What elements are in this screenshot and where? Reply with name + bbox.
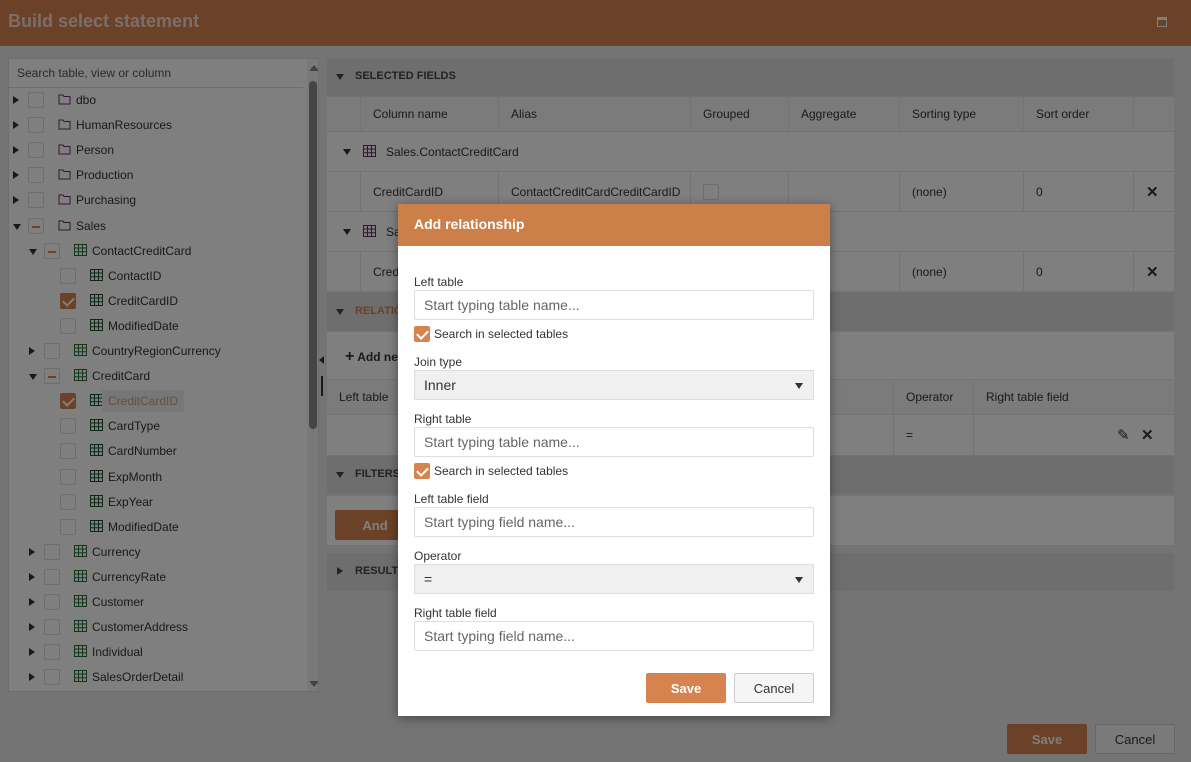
search-selected-right-checkbox[interactable]: Search in selected tables (414, 463, 568, 479)
checkbox-checked-icon[interactable] (414, 463, 430, 479)
dialog-title: Add relationship (398, 204, 830, 246)
left-table-label: Left table (414, 275, 464, 289)
operator-select[interactable]: = (414, 564, 814, 594)
operator-label: Operator (414, 549, 462, 563)
join-type-label: Join type (414, 355, 463, 369)
dialog-cancel-button[interactable]: Cancel (734, 673, 814, 703)
search-selected-left-checkbox[interactable]: Search in selected tables (414, 326, 568, 342)
right-field-label: Right table field (414, 606, 497, 620)
join-type-select[interactable]: Inner (414, 370, 814, 400)
right-table-label: Right table (414, 412, 472, 426)
right-field-input[interactable]: Start typing field name... (414, 621, 814, 651)
dialog-save-button[interactable]: Save (646, 673, 726, 703)
left-table-input[interactable]: Start typing table name... (414, 290, 814, 320)
checkbox-checked-icon[interactable] (414, 326, 430, 342)
left-field-label: Left table field (414, 492, 489, 506)
add-relationship-dialog: Add relationship Left table Start typing… (398, 204, 830, 716)
right-table-input[interactable]: Start typing table name... (414, 427, 814, 457)
checkbox-label: Search in selected tables (434, 464, 569, 478)
left-field-input[interactable]: Start typing field name... (414, 507, 814, 537)
checkbox-label: Search in selected tables (434, 327, 569, 341)
